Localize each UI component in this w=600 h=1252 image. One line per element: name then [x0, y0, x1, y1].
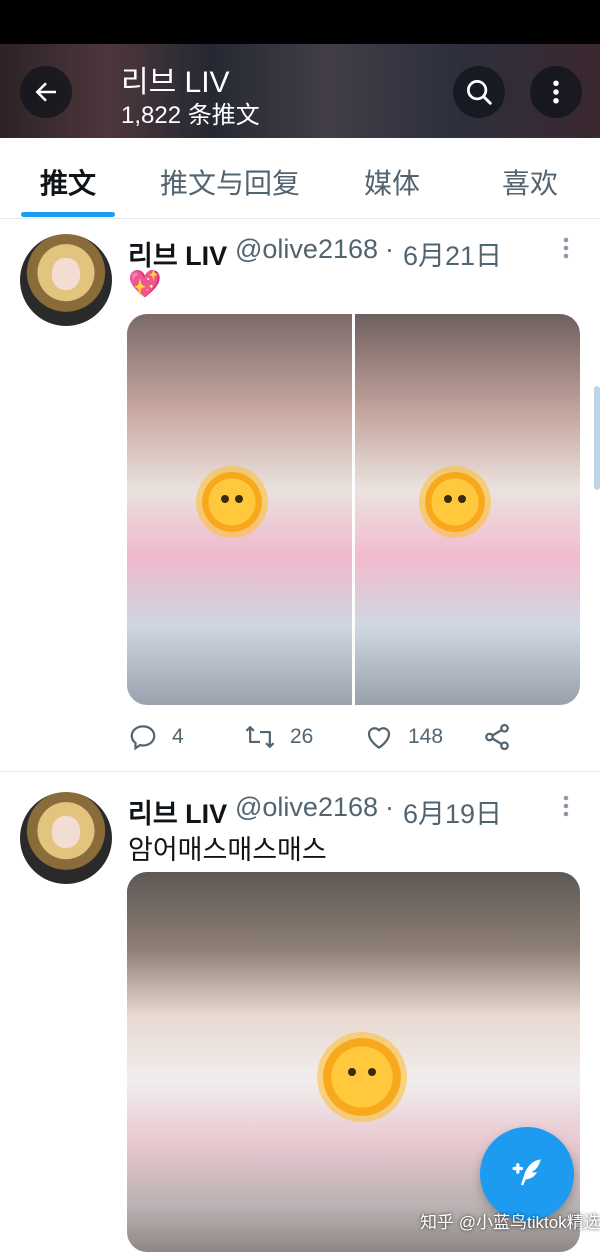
- reply-count: 4: [172, 725, 184, 748]
- separator-dot: ·: [385, 792, 394, 822]
- tweet-actions: 4 26 148: [128, 722, 548, 762]
- sun-sticker-icon: [323, 1038, 401, 1116]
- back-button[interactable]: [20, 66, 72, 118]
- tweet-author-name[interactable]: 리브 LIV: [128, 792, 227, 831]
- avatar[interactable]: [20, 792, 112, 884]
- tab-likes[interactable]: 喜欢: [502, 162, 558, 202]
- status-bar: [0, 0, 600, 44]
- tweet-media[interactable]: [127, 314, 580, 705]
- tab-tweets-replies[interactable]: 推文与回复: [160, 162, 300, 202]
- tweet-date[interactable]: 6月21日: [403, 234, 502, 273]
- reply-icon: [130, 725, 156, 751]
- heart-icon: [367, 727, 391, 749]
- tab-tweets[interactable]: 推文: [40, 162, 96, 202]
- compose-tweet-button[interactable]: [480, 1127, 574, 1221]
- retweet-count: 26: [290, 725, 314, 748]
- tweet-text: 💖: [128, 269, 162, 299]
- sun-sticker-icon: [202, 472, 262, 532]
- more-vertical-icon: [553, 80, 559, 104]
- like-button[interactable]: 148: [364, 722, 443, 752]
- compose-icon: [512, 1159, 541, 1186]
- tab-media[interactable]: 媒体: [364, 162, 420, 202]
- arrow-left-icon: [35, 82, 56, 102]
- sun-sticker-icon: [425, 472, 485, 532]
- tweet-count: 1,822 条推文: [121, 102, 260, 129]
- retweet-icon: [245, 726, 275, 748]
- search-icon: [467, 80, 492, 105]
- tweet-text: 암어매스매스매스: [128, 835, 327, 865]
- tweet-date[interactable]: 6月19日: [403, 792, 502, 831]
- tweet-divider: [0, 771, 600, 772]
- retweet-button[interactable]: 26: [244, 722, 313, 752]
- like-count: 148: [408, 725, 444, 748]
- search-button[interactable]: [453, 66, 505, 118]
- active-tab-indicator: [21, 212, 115, 217]
- more-button[interactable]: [530, 66, 582, 118]
- share-button[interactable]: [482, 722, 526, 752]
- tweet-photo[interactable]: [127, 314, 352, 705]
- avatar[interactable]: [20, 234, 112, 326]
- scrollbar-thumb[interactable]: [594, 386, 600, 490]
- profile-banner: 리브 LIV 1,822 条推文: [0, 44, 600, 138]
- tweet-more-icon[interactable]: [556, 236, 576, 260]
- separator-dot: ·: [385, 234, 394, 264]
- tweet-author-handle[interactable]: @olive2168: [235, 792, 378, 823]
- tweet-more-icon[interactable]: [556, 794, 576, 818]
- share-icon: [485, 723, 509, 751]
- reply-button[interactable]: 4: [128, 722, 184, 752]
- tweet-author-handle[interactable]: @olive2168: [235, 234, 378, 265]
- profile-tabs: 推文 推文与回复 媒体 喜欢: [0, 138, 600, 219]
- tweet-photo[interactable]: [355, 314, 580, 705]
- watermark: 知乎 @小蓝鸟tiktok精选: [420, 1213, 600, 1232]
